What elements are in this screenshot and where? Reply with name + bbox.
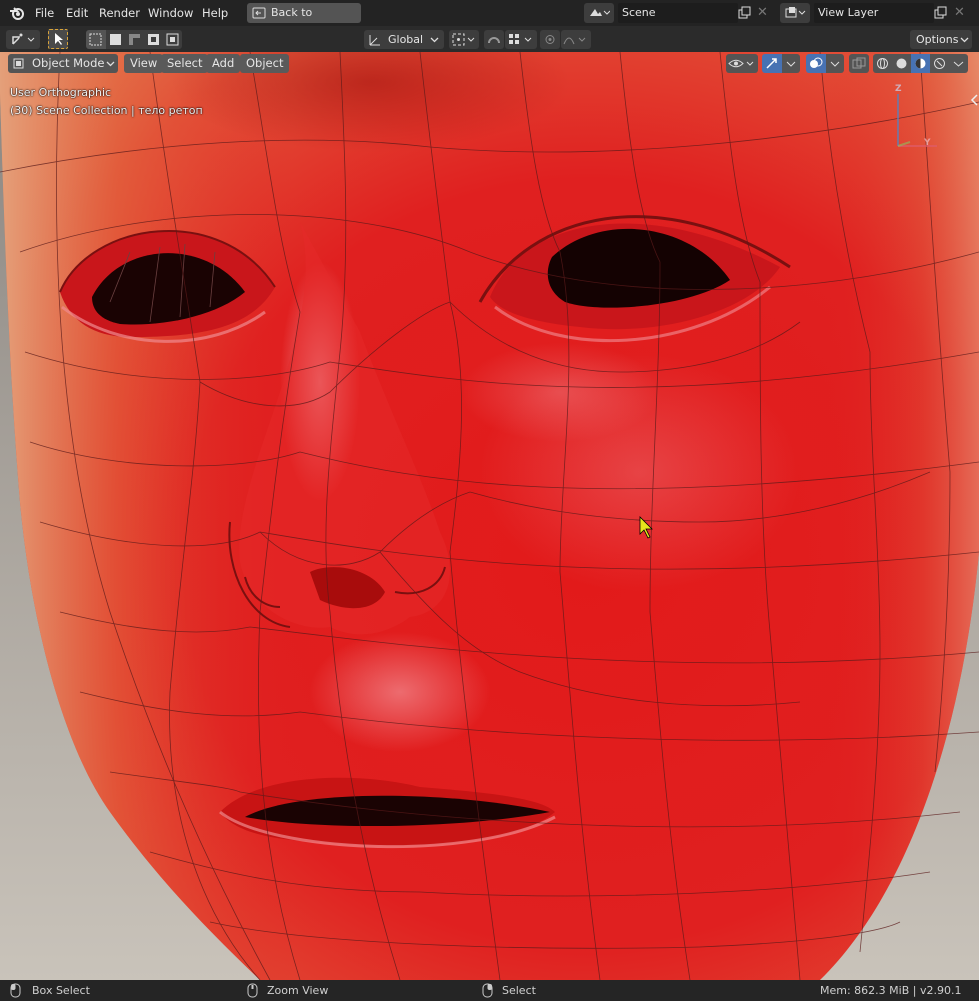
- view-name-label: User Orthographic: [10, 86, 112, 99]
- xray-toggle-icon[interactable]: [849, 54, 869, 73]
- transform-orientation-label: Global: [388, 33, 424, 46]
- wireframe-shading-icon[interactable]: [873, 54, 892, 73]
- viewport-menu-object[interactable]: Object: [240, 54, 290, 73]
- menu-help[interactable]: Help: [196, 3, 234, 23]
- overlay-options-dropdown[interactable]: [826, 54, 844, 73]
- menu-file[interactable]: File: [29, 3, 60, 23]
- collection-info-label: (30) Scene Collection | тело ретоп: [10, 104, 203, 117]
- sidebar-toggle-icon[interactable]: [969, 92, 979, 108]
- top-menu-bar: File Edit Render Window Help Back to Pre…: [0, 0, 979, 39]
- transform-orientation-dropdown[interactable]: Global: [364, 30, 444, 49]
- snap-element-dropdown[interactable]: [505, 30, 537, 49]
- object-mode-icon: [12, 57, 25, 70]
- viewport-menu-select[interactable]: Select: [161, 54, 209, 73]
- select-box-extend-icon[interactable]: [106, 30, 125, 49]
- select-box-invert-icon[interactable]: [144, 30, 163, 49]
- overlay-toggle-icon[interactable]: [806, 54, 826, 73]
- chevron-down-icon: [430, 35, 439, 44]
- shading-options-dropdown[interactable]: [949, 54, 968, 73]
- navigation-gizmo[interactable]: Z Y: [885, 84, 955, 154]
- status-right-action: Select: [502, 984, 536, 997]
- rendered-shading-icon[interactable]: [930, 54, 949, 73]
- memory-version-label: Mem: 862.3 MiB | v2.90.1: [820, 984, 962, 997]
- select-box-intersect-icon[interactable]: [163, 30, 182, 49]
- mouse-right-icon: [480, 983, 496, 998]
- visibility-dropdown[interactable]: [726, 54, 758, 73]
- options-dropdown[interactable]: Options: [910, 30, 972, 49]
- scene-copy-icon[interactable]: [736, 5, 752, 21]
- scene-icon: [588, 6, 610, 20]
- gizmo-options-dropdown[interactable]: [782, 54, 800, 73]
- chevron-down-icon: [960, 35, 969, 44]
- view-layer-field[interactable]: View Layer: [814, 3, 934, 23]
- status-middle-action: Zoom View: [267, 984, 329, 997]
- viewport-menu-add[interactable]: Add: [206, 54, 241, 73]
- pivot-point-dropdown[interactable]: [449, 30, 479, 49]
- select-mode-group: [86, 30, 182, 49]
- viewport-menu-view[interactable]: View: [124, 54, 164, 73]
- scene-browse-button[interactable]: [584, 3, 614, 23]
- select-box-new-icon[interactable]: [86, 30, 106, 49]
- gizmo-z-axis-label: Z: [895, 84, 902, 94]
- face-mesh-render[interactable]: [0, 52, 979, 980]
- editor-type-button[interactable]: [6, 30, 40, 49]
- mouse-middle-icon: [245, 983, 261, 998]
- menu-edit[interactable]: Edit: [60, 3, 94, 23]
- view-layer-browse-button[interactable]: [780, 3, 810, 23]
- options-label: Options: [916, 33, 959, 46]
- menu-window[interactable]: Window: [142, 3, 199, 23]
- solid-shading-icon[interactable]: [892, 54, 911, 73]
- select-box-subtract-icon[interactable]: [125, 30, 144, 49]
- gizmo-y-axis-label: Y: [924, 138, 931, 148]
- axes-editor-icon: [10, 32, 36, 47]
- status-left-action: Box Select: [32, 984, 90, 997]
- viewport-header-toolbar: Global Options: [0, 26, 979, 52]
- orientation-axes-icon: [368, 32, 382, 47]
- object-mode-label: Object Mode: [32, 56, 105, 70]
- proportional-editing-icon[interactable]: [540, 30, 560, 49]
- shading-group: [873, 54, 969, 73]
- view-layer-copy-icon[interactable]: [932, 5, 948, 21]
- scene-close-icon[interactable]: ✕: [757, 5, 771, 21]
- status-bar: Box Select Zoom View Select Mem: 862.3 M…: [0, 980, 979, 1001]
- scene-name-field[interactable]: Scene: [618, 3, 738, 23]
- proportional-falloff-dropdown[interactable]: [561, 30, 591, 49]
- back-to-previous-button[interactable]: Back to Previous: [247, 3, 361, 39]
- view-layer-close-icon[interactable]: ✕: [954, 5, 968, 21]
- snap-toggle-icon[interactable]: [484, 30, 504, 49]
- material-shading-icon[interactable]: [911, 54, 930, 73]
- blender-logo-icon[interactable]: [9, 5, 25, 21]
- mouse-left-icon: [8, 983, 24, 998]
- select-tool-icon[interactable]: [48, 29, 68, 49]
- chevron-down-icon: [106, 59, 115, 68]
- gizmo-toggle-icon[interactable]: [762, 54, 782, 73]
- menu-render[interactable]: Render: [93, 3, 146, 23]
- 3d-viewport[interactable]: Object Mode View Select Add Object User …: [0, 52, 979, 980]
- view-layer-icon: [784, 6, 806, 20]
- object-mode-dropdown[interactable]: Object Mode: [8, 54, 118, 73]
- back-arrow-icon: [252, 6, 266, 20]
